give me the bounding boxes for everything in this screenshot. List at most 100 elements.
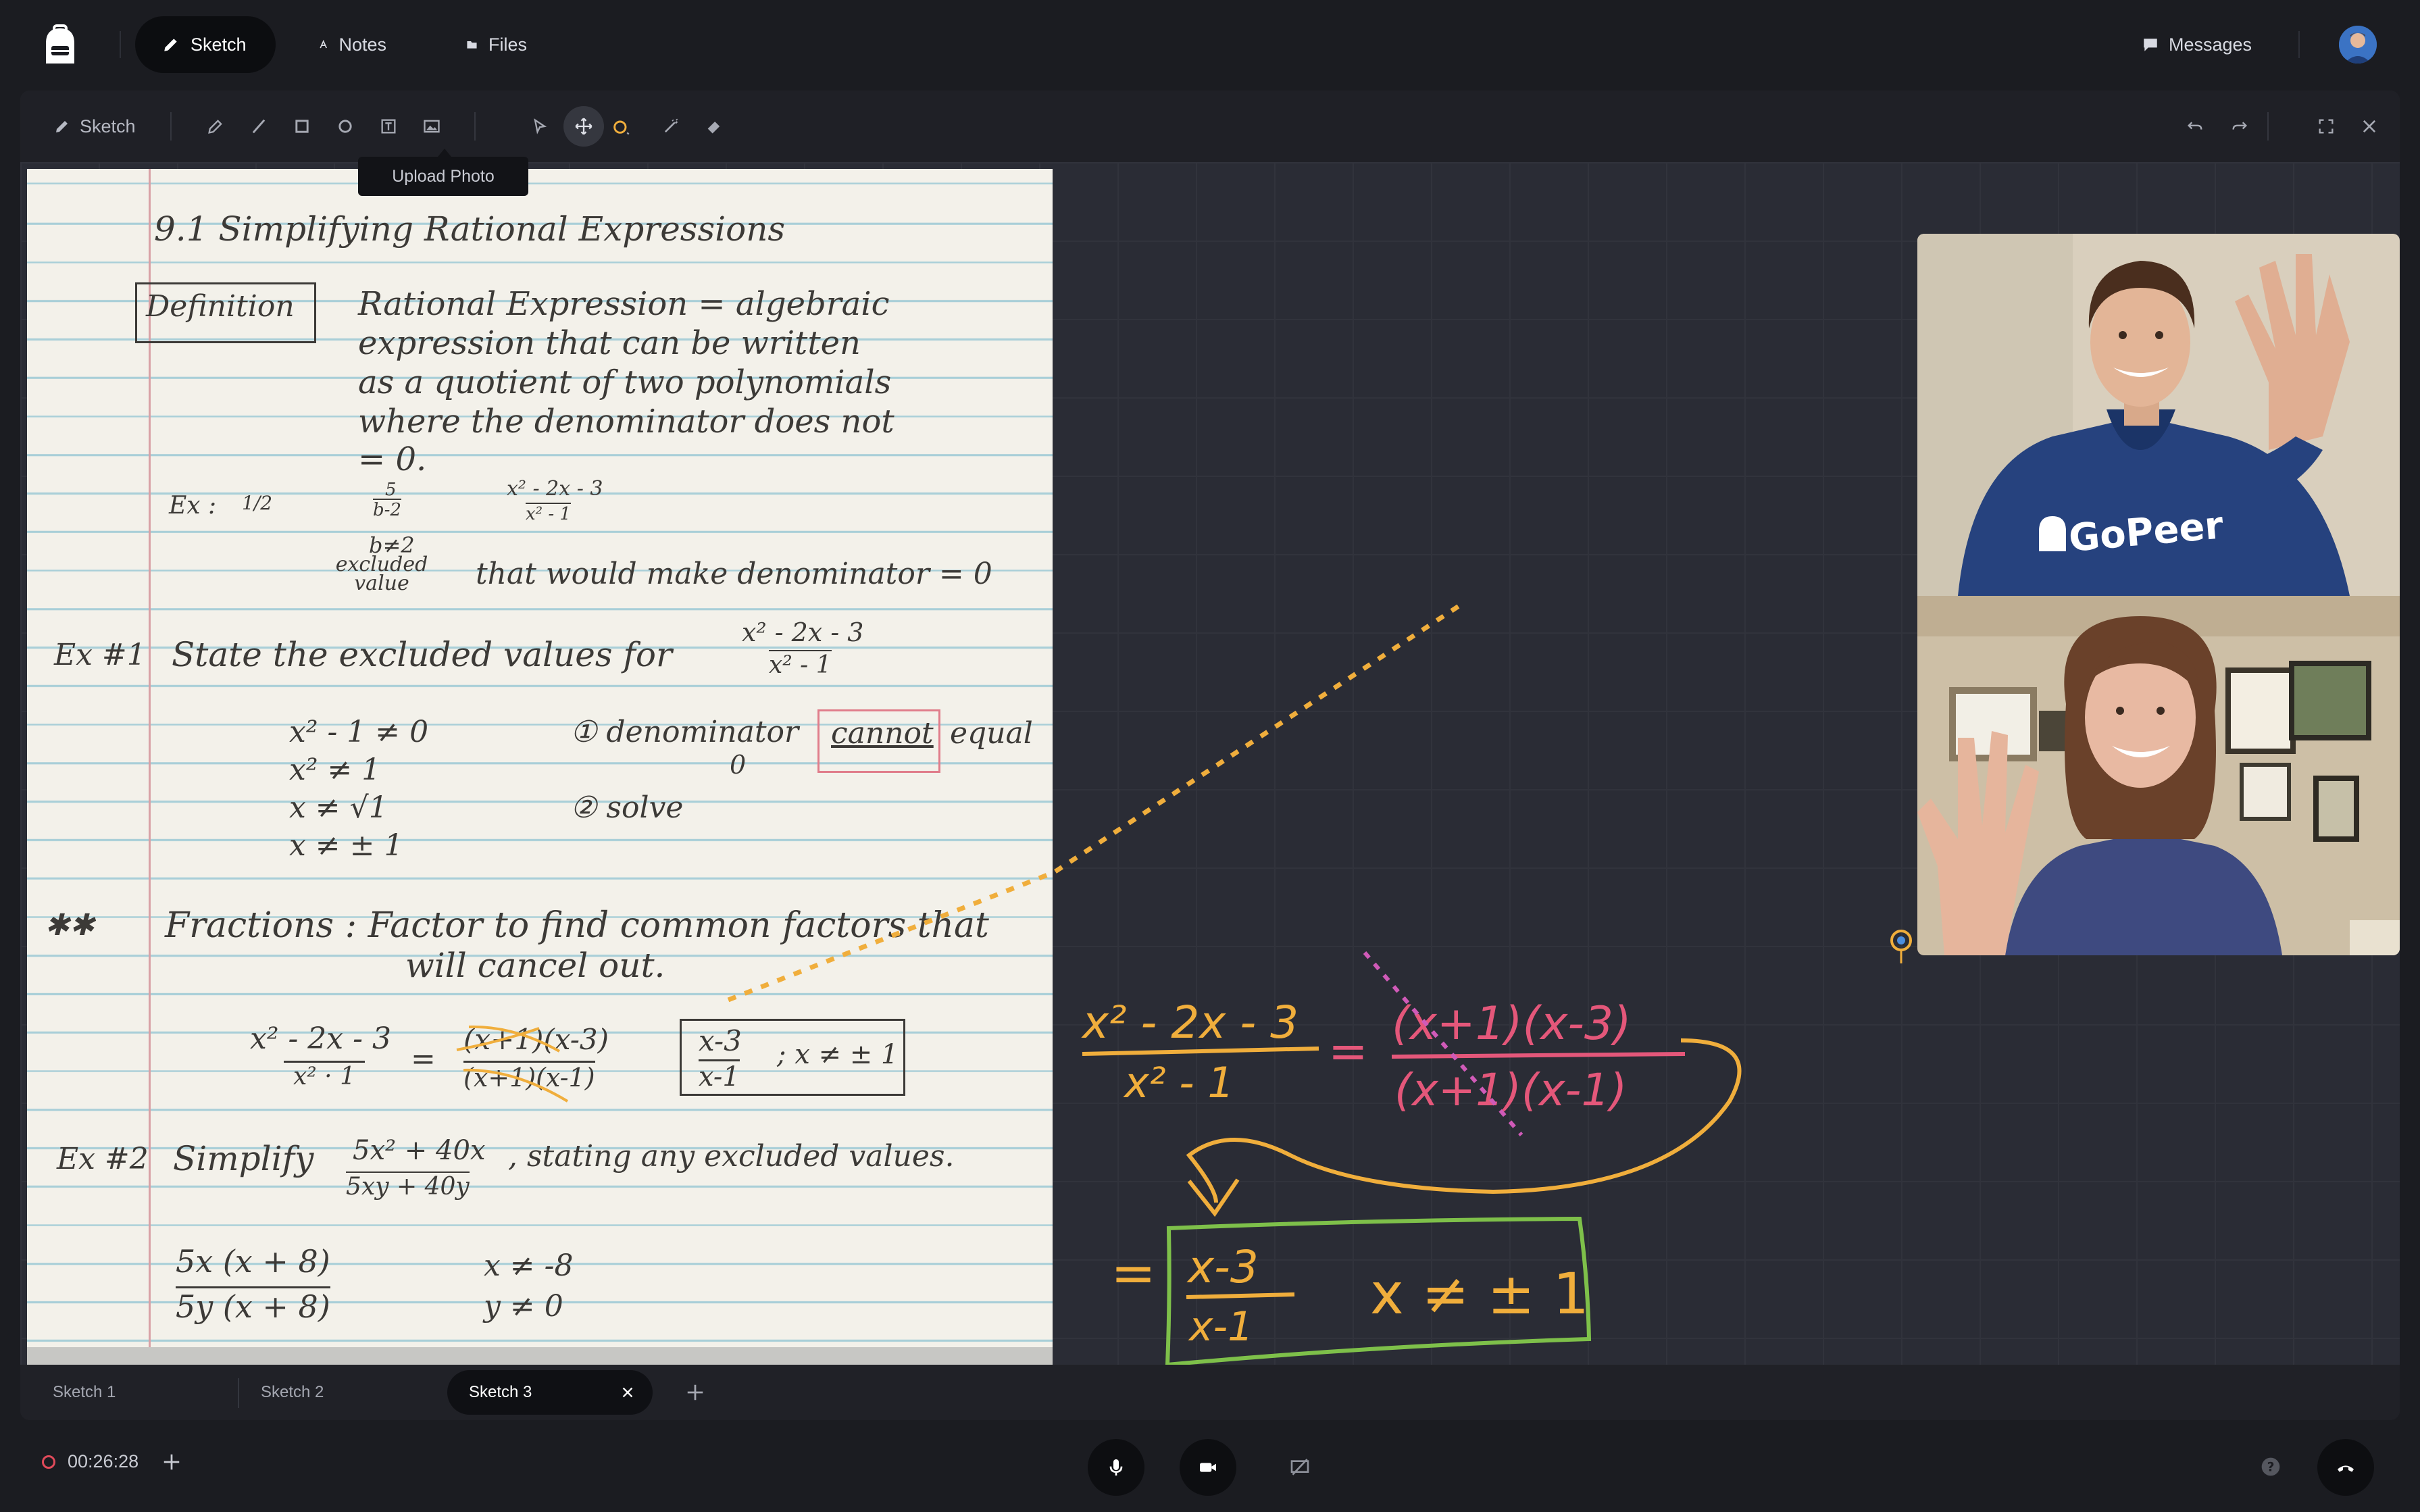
sketch-tabs: Sketch 1 Sketch 2 Sketch 3 — [20, 1365, 2400, 1420]
help-button[interactable]: ? — [2254, 1450, 2288, 1484]
ink-fraction-bar — [1082, 1047, 1319, 1056]
sketch-label: Sketch — [80, 116, 136, 136]
camera-icon — [1200, 1463, 1216, 1472]
whiteboard-canvas[interactable]: 9.1 Simplifying Rational Expressions Def… — [20, 162, 2400, 1408]
pen-tool[interactable] — [200, 111, 231, 142]
notebook-photo[interactable]: 9.1 Simplifying Rational Expressions Def… — [27, 169, 1053, 1365]
divider — [238, 1378, 239, 1408]
ink-res-num: x-3 — [1186, 1241, 1259, 1293]
plus-icon — [687, 1384, 703, 1401]
close-icon — [2363, 120, 2376, 133]
rectangle-tool[interactable] — [286, 111, 318, 142]
microphone-icon — [1109, 1459, 1123, 1476]
folder-icon — [467, 41, 477, 49]
close-sketch-button[interactable] — [2354, 111, 2385, 142]
sketch-mode-label: Sketch — [54, 111, 136, 142]
move-tool[interactable] — [563, 106, 604, 147]
undo-button[interactable] — [2179, 111, 2211, 142]
ink-res-cond: x ≠ ± 1 — [1370, 1261, 1589, 1327]
nav-label: Sketch — [191, 34, 247, 55]
color-picker[interactable] — [605, 111, 636, 142]
sketch-toolbar: Sketch — [20, 91, 2400, 162]
rectangle-icon — [295, 120, 309, 133]
avatar[interactable] — [2339, 26, 2377, 64]
cursor-marker-icon — [1890, 930, 1912, 963]
tab-sketch-3[interactable]: Sketch 3 — [447, 1370, 653, 1415]
screen-share-button[interactable] — [1271, 1439, 1328, 1496]
tab-sketch-1[interactable]: Sketch 1 — [53, 1370, 116, 1415]
image-icon — [424, 120, 440, 133]
tab-label: Sketch 3 — [469, 1383, 532, 1401]
wand-tool[interactable] — [655, 111, 686, 142]
text-tool[interactable] — [373, 111, 404, 142]
line-icon — [252, 119, 266, 134]
ink-fraction-bar — [1186, 1292, 1295, 1299]
timer-text: 00:26:28 — [68, 1451, 139, 1471]
nav-label: Files — [488, 34, 527, 55]
fullscreen-button[interactable] — [2311, 111, 2342, 142]
ink-rhs-den: (x+1)(x-1) — [1394, 1064, 1627, 1116]
screen-share-off-icon — [1290, 1459, 1309, 1476]
divider — [120, 31, 121, 58]
ink-res-den: x-1 — [1188, 1303, 1253, 1351]
notebook-annotations — [456, 1025, 569, 1103]
chat-icon — [2144, 39, 2157, 51]
move-icon — [575, 118, 593, 135]
student-video[interactable] — [1917, 596, 2400, 955]
tutor-video[interactable]: GoPeer — [1917, 234, 2400, 596]
select-icon — [534, 118, 547, 134]
gopeer-logo-icon[interactable] — [41, 24, 80, 65]
plus-icon[interactable] — [161, 1452, 182, 1472]
line-tool[interactable] — [243, 111, 274, 142]
eraser-tool[interactable] — [699, 111, 730, 142]
ink-lhs-num: x² - 2x - 3 — [1081, 997, 1299, 1049]
upload-photo-tooltip: Upload Photo — [358, 149, 528, 196]
text-icon — [381, 119, 396, 134]
student-video-frame — [1917, 596, 2400, 955]
hang-up-icon — [2338, 1465, 2354, 1472]
ink-lhs-den: x² - 1 — [1123, 1058, 1234, 1107]
end-call-button[interactable] — [2317, 1439, 2374, 1496]
user-photo — [2339, 26, 2377, 64]
divider — [2267, 112, 2269, 141]
divider — [474, 112, 476, 141]
pencil-icon — [56, 121, 68, 132]
recording-timer: 00:26:28 — [42, 1451, 182, 1472]
notes-icon — [320, 39, 327, 49]
nav-files[interactable]: Files — [439, 16, 554, 73]
microphone-button[interactable] — [1088, 1439, 1144, 1496]
select-tool[interactable] — [524, 111, 555, 142]
top-bar: Sketch Notes Files Messages — [0, 0, 2420, 89]
nav-notes[interactable]: Notes — [292, 16, 413, 73]
circle-tool[interactable] — [330, 111, 361, 142]
strike-mark — [463, 1068, 569, 1103]
fullscreen-icon — [2319, 119, 2334, 134]
eraser-icon — [707, 122, 720, 134]
shirt-logo-icon — [2039, 516, 2066, 551]
close-tab-icon[interactable] — [620, 1385, 635, 1400]
circle-icon — [338, 120, 352, 133]
tab-sketch-2[interactable]: Sketch 2 — [261, 1370, 324, 1415]
cancel-line — [1363, 951, 1523, 1136]
messages-button[interactable]: Messages — [2142, 27, 2252, 62]
tutor-video-frame: GoPeer — [1917, 234, 2400, 596]
ink-result-box — [1165, 1216, 1592, 1367]
upload-photo-tool[interactable] — [416, 111, 447, 142]
video-panel: GoPeer — [1917, 234, 2400, 955]
ink-fraction-bar — [1391, 1052, 1686, 1059]
nav-sketch[interactable]: Sketch — [135, 16, 276, 73]
redo-icon — [2232, 122, 2247, 130]
camera-button[interactable] — [1180, 1439, 1236, 1496]
svg-text:?: ? — [2267, 1461, 2275, 1475]
sketch-panel: Sketch Upload Photo 9.1 Simplifying Rati… — [20, 91, 2400, 1420]
ink-equals: = — [1111, 1242, 1156, 1305]
redo-button[interactable] — [2224, 111, 2255, 142]
wand-icon — [664, 118, 678, 133]
messages-label: Messages — [2169, 34, 2252, 55]
ink-arrow — [1186, 1038, 1742, 1203]
record-icon — [42, 1455, 55, 1469]
divider — [2298, 31, 2300, 58]
add-sketch-button[interactable] — [680, 1370, 711, 1415]
strike-mark — [468, 1025, 560, 1053]
strike-mark — [456, 1027, 540, 1051]
